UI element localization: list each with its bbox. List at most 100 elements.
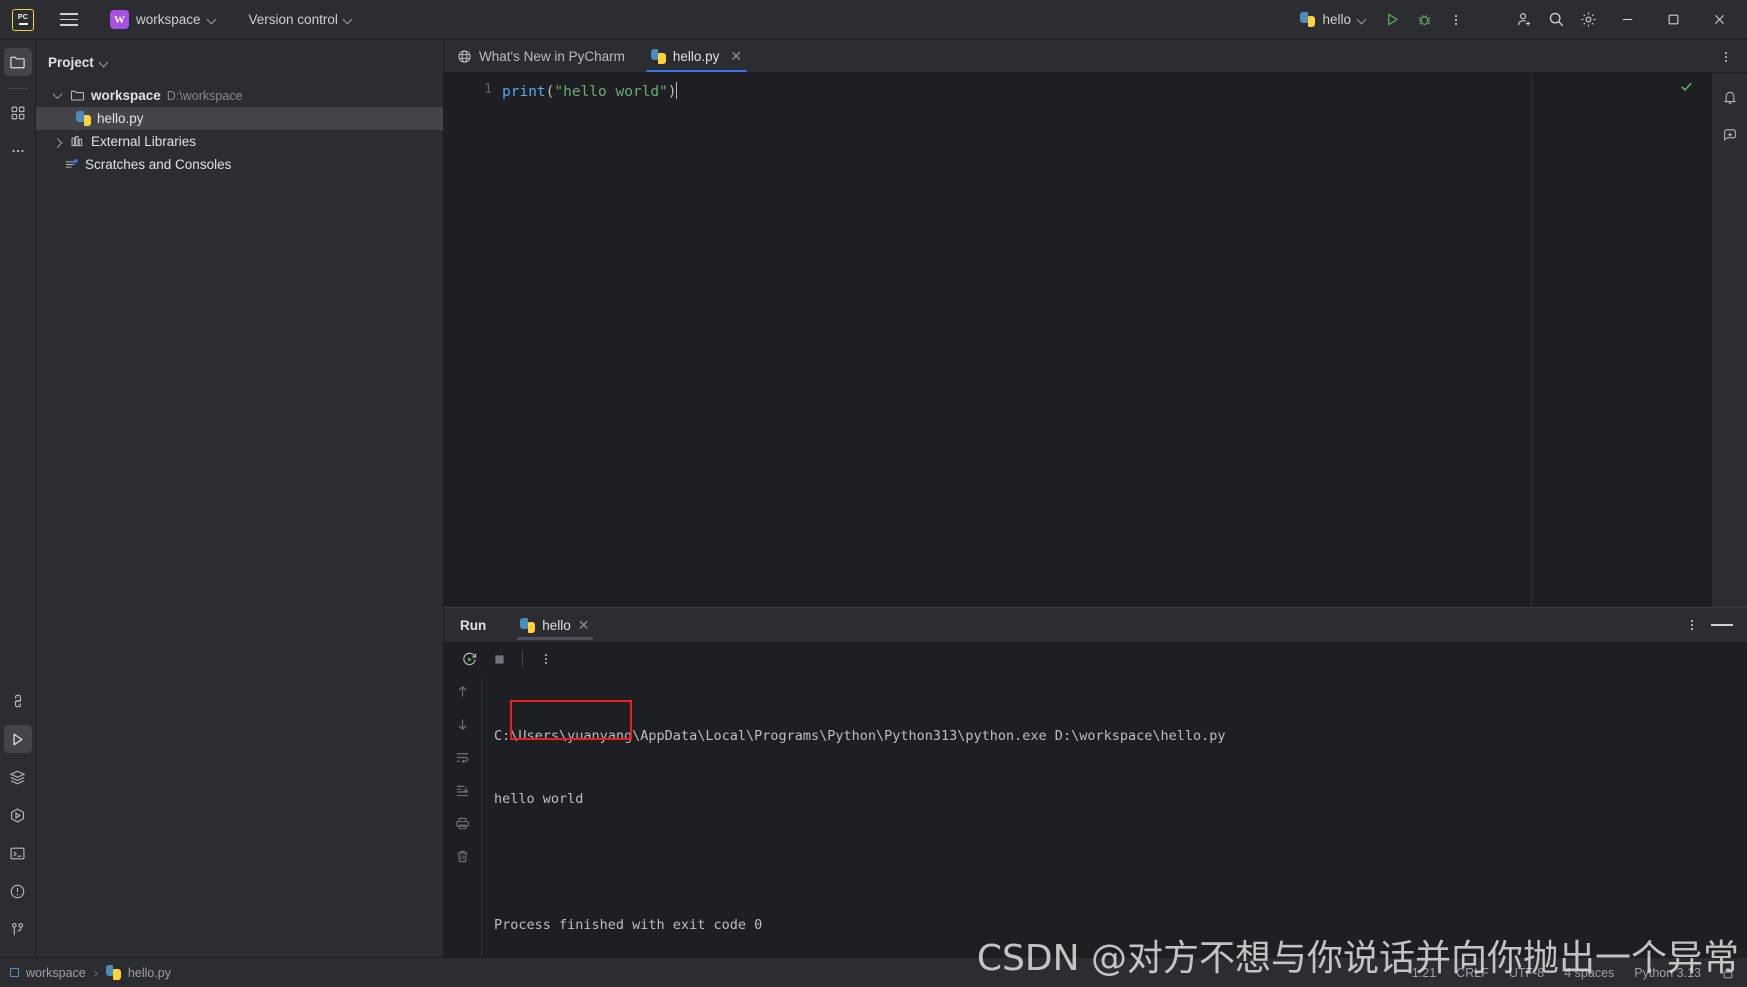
commit-tool-icon[interactable] — [4, 99, 32, 127]
indent-setting[interactable]: 4 spaces — [1564, 966, 1614, 980]
problems-icon[interactable] — [4, 877, 32, 905]
file-encoding[interactable]: UTF-8 — [1509, 966, 1544, 980]
chevron-down-icon[interactable] — [100, 58, 109, 67]
version-control-icon[interactable] — [4, 915, 32, 943]
tree-item-hello-py[interactable]: hello.py — [36, 107, 443, 130]
stop-button[interactable] — [486, 646, 512, 672]
trash-icon[interactable] — [452, 845, 474, 867]
checkmark-ok-icon[interactable] — [1679, 79, 1694, 94]
project-tool-window: Project workspace D:\workspace hello.py … — [36, 40, 444, 957]
rerun-button[interactable] — [456, 646, 482, 672]
account-add-icon[interactable] — [1509, 6, 1539, 34]
run-tab-hello[interactable]: hello ✕ — [512, 608, 597, 642]
tree-item-label: hello.py — [97, 111, 144, 126]
pycharm-window: PC W workspace Version control hello Pro… — [0, 0, 1747, 987]
status-bar-right: 1:21 CRLF UTF-8 4 spaces Python 3.13 — [1412, 966, 1735, 980]
version-control-selector[interactable]: Version control — [240, 6, 362, 34]
project-panel-header[interactable]: Project — [36, 46, 443, 78]
console-line: Process finished with exit code 0 — [494, 917, 763, 933]
breadcrumb-hello-py[interactable]: hello.py — [105, 965, 171, 980]
notifications-bell-icon[interactable] — [1716, 83, 1744, 111]
more-vertical-icon[interactable] — [1679, 612, 1705, 638]
tab-label: hello.py — [672, 48, 720, 64]
tree-item-label: Scratches and Consoles — [85, 157, 232, 172]
arrow-down-icon[interactable] — [452, 713, 474, 735]
chevron-down-icon[interactable] — [50, 89, 64, 100]
tab-hello-py[interactable]: hello.py ✕ — [637, 40, 756, 72]
title-bar: PC W workspace Version control hello — [0, 0, 1747, 40]
tree-item-label: External Libraries — [91, 134, 197, 149]
python-file-icon — [76, 111, 91, 126]
window-maximize-icon[interactable] — [1651, 0, 1695, 40]
ai-assistant-icon[interactable] — [1716, 121, 1744, 149]
profiler-icon[interactable] — [4, 801, 32, 829]
tree-item-path: D:\workspace — [166, 88, 243, 103]
line-number: 1 — [484, 82, 492, 97]
tree-item-scratches-and-consoles[interactable]: Scratches and Consoles — [36, 153, 443, 176]
tab-whats-new-in-pycharm[interactable]: What's New in PyCharm — [444, 40, 638, 72]
run-configuration-selector[interactable]: hello — [1292, 6, 1375, 34]
run-options-button[interactable] — [533, 646, 559, 672]
editor-code-content[interactable]: print("hello world") — [502, 73, 1531, 607]
python-file-icon — [105, 965, 121, 980]
window-minimize-icon[interactable] — [1605, 0, 1649, 40]
hamburger-menu-icon[interactable] — [52, 5, 86, 35]
window-close-icon[interactable] — [1697, 0, 1741, 40]
tab-label: What's New in PyCharm — [479, 48, 625, 64]
left-stripe-bottom — [3, 687, 32, 957]
editor-right-margin — [1531, 73, 1711, 607]
python-console-icon[interactable] — [4, 687, 32, 715]
right-tool-stripe — [1711, 73, 1747, 607]
python-interpreter[interactable]: Python 3.13 — [1634, 966, 1701, 980]
close-icon[interactable]: ✕ — [730, 48, 742, 65]
arrow-up-icon[interactable] — [452, 680, 474, 702]
tree-item-workspace[interactable]: workspace D:\workspace — [36, 84, 443, 107]
left-tool-stripe — [0, 40, 36, 957]
run-console-output[interactable]: C:\Users\yuanyang\AppData\Local\Programs… — [482, 676, 1747, 957]
editor-gutter: 1 — [444, 73, 502, 607]
tree-item-label: workspace — [91, 88, 161, 103]
project-selector[interactable]: W workspace — [104, 6, 226, 34]
tree-item-external-libraries[interactable]: External Libraries — [36, 130, 443, 153]
python-file-icon — [520, 617, 536, 633]
debug-icon[interactable] — [1409, 6, 1439, 34]
run-panel-header-tools — [1679, 612, 1747, 638]
search-icon[interactable] — [1541, 6, 1571, 34]
globe-icon — [457, 49, 472, 64]
console-line: C:\Users\yuanyang\AppData\Local\Programs… — [494, 728, 1226, 744]
editor-tabstrip: What's New in PyCharm hello.py ✕ — [444, 40, 1747, 72]
run-toolbar — [444, 642, 1747, 676]
code-editor[interactable]: 1 print("hello world") — [444, 72, 1747, 607]
run-tool-icon[interactable] — [3, 725, 32, 753]
read-only-lock-icon[interactable] — [1721, 966, 1735, 980]
more-vertical-icon[interactable] — [1441, 6, 1471, 34]
run-panel-title: Run — [460, 617, 487, 633]
project-name-label: workspace — [136, 12, 201, 27]
run-icon[interactable] — [1377, 6, 1407, 34]
close-icon[interactable]: ✕ — [578, 617, 590, 634]
project-tool-icon[interactable] — [3, 48, 32, 76]
scroll-to-end-icon[interactable] — [452, 779, 474, 801]
minimize-icon[interactable] — [1709, 612, 1735, 638]
title-bar-right: hello — [1292, 0, 1741, 40]
toolbar-separator — [522, 651, 523, 667]
caret-position[interactable]: 1:21 — [1412, 966, 1436, 980]
chevron-right-icon[interactable] — [50, 137, 64, 148]
editor-and-run-column: What's New in PyCharm hello.py ✕ 1 print… — [444, 40, 1747, 957]
line-separator[interactable]: CRLF — [1456, 966, 1489, 980]
soft-wrap-icon[interactable] — [452, 746, 474, 768]
more-vertical-icon[interactable] — [1719, 50, 1733, 64]
breadcrumb-label: workspace — [26, 965, 86, 980]
run-tool-window: Run hello ✕ C:\Users\yuanyang\AppData\Lo… — [444, 607, 1747, 957]
chevron-down-icon — [344, 15, 353, 24]
more-tool-icon[interactable] — [4, 137, 32, 165]
chevron-down-icon — [1358, 15, 1367, 24]
settings-gear-icon[interactable] — [1573, 6, 1603, 34]
printer-icon[interactable] — [452, 812, 474, 834]
terminal-icon[interactable] — [4, 839, 32, 867]
breadcrumb-workspace[interactable]: workspace — [10, 966, 86, 980]
services-icon[interactable] — [4, 763, 32, 791]
main-body: Project workspace D:\workspace hello.py … — [0, 40, 1747, 957]
console-line: hello world — [494, 791, 584, 807]
python-file-icon — [650, 48, 666, 64]
